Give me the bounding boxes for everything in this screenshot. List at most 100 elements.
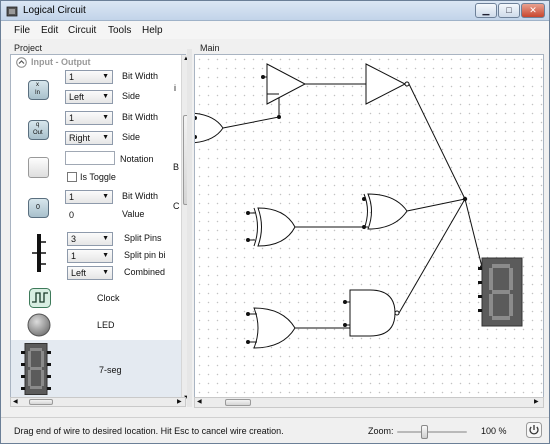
scroll-left-icon[interactable]: ◀ bbox=[13, 398, 18, 405]
constant-bit-width-label: Bit Width bbox=[122, 191, 159, 201]
constant-value-label: Value bbox=[122, 209, 145, 219]
output-side-label: Side bbox=[122, 132, 141, 142]
minimize-icon: ▁ bbox=[482, 5, 490, 15]
button-tool[interactable] bbox=[28, 157, 49, 178]
nand-gate bbox=[349, 289, 396, 337]
title-bar: Logical Circuit ▁ □ ✕ bbox=[1, 1, 549, 21]
or-gate-input bbox=[195, 112, 224, 144]
circuit-diagram bbox=[195, 63, 523, 349]
canvas-horizontal-scrollbar[interactable]: ◀ ▶ bbox=[194, 397, 544, 408]
clipped-text-3: C bbox=[173, 201, 180, 211]
buffer-gate-1 bbox=[266, 63, 307, 105]
wire bbox=[398, 198, 466, 314]
input-pin-tool[interactable]: x In bbox=[28, 80, 49, 100]
combined-label: Combined bbox=[124, 267, 166, 277]
wire bbox=[464, 198, 483, 268]
project-label: Project bbox=[14, 43, 43, 53]
minimize-button[interactable]: ▁ bbox=[475, 3, 497, 18]
scroll-left-icon[interactable]: ◀ bbox=[197, 398, 202, 405]
seven-seg-tool-row[interactable]: 7-seg bbox=[11, 340, 181, 404]
combined-value: Left bbox=[71, 268, 87, 278]
menu-file[interactable]: File bbox=[14, 25, 30, 36]
circuit-canvas[interactable] bbox=[194, 54, 544, 407]
menu-edit[interactable]: Edit bbox=[41, 25, 58, 36]
menu-bar: File Edit Circuit Tools Help bbox=[1, 21, 549, 39]
split-pins-label: Split Pins bbox=[124, 233, 162, 243]
zoom-slider-track[interactable] bbox=[397, 431, 467, 433]
clipped-text-1: i bbox=[174, 83, 176, 93]
split-pins-select[interactable]: 3 ▼ bbox=[67, 232, 113, 246]
input-bit-width-select[interactable]: 1 ▼ bbox=[65, 70, 113, 84]
led-label: LED bbox=[97, 320, 115, 330]
output-bit-width-value: 1 bbox=[69, 113, 75, 123]
wire bbox=[408, 83, 466, 200]
scroll-right-icon[interactable]: ▶ bbox=[177, 398, 182, 405]
constant-value-input[interactable]: 0 bbox=[65, 208, 115, 222]
project-pane: Input - Output x In 1 ▼ Bit Width Left ▼ S… bbox=[10, 54, 190, 406]
menu-help[interactable]: Help bbox=[142, 25, 163, 36]
seven-seg-label: 7-seg bbox=[99, 365, 122, 375]
input-bit-width-label: Bit Width bbox=[122, 71, 159, 81]
input-bit-width-value: 1 bbox=[69, 72, 75, 82]
status-message: Drag end of wire to desired location. Hi… bbox=[14, 426, 284, 436]
close-button[interactable]: ✕ bbox=[521, 3, 545, 18]
chevron-down-icon: ▼ bbox=[102, 93, 109, 100]
input-side-value: Left bbox=[69, 92, 85, 102]
led-tool[interactable] bbox=[27, 313, 51, 337]
constant-value: 0 bbox=[69, 210, 75, 220]
chevron-up-icon[interactable] bbox=[16, 57, 27, 68]
wire bbox=[406, 198, 466, 212]
close-icon: ✕ bbox=[529, 5, 537, 15]
project-horizontal-scrollbar[interactable]: ◀ ▶ bbox=[10, 397, 186, 407]
split-pin-bit-value: 1 bbox=[71, 251, 77, 261]
input-icon-top: x bbox=[36, 82, 39, 88]
seven-seg-display bbox=[478, 257, 523, 327]
clipped-text-2: B bbox=[173, 162, 180, 172]
input-side-label: Side bbox=[122, 91, 141, 101]
menu-tools[interactable]: Tools bbox=[108, 25, 131, 36]
is-toggle-checkbox[interactable] bbox=[67, 172, 77, 182]
notation-label: Notation bbox=[120, 154, 154, 164]
nand-gate-bubble bbox=[394, 310, 400, 316]
output-bit-width-select[interactable]: 1 ▼ bbox=[65, 111, 113, 125]
output-pin-tool[interactable]: q Out bbox=[28, 120, 49, 140]
canvas-horizontal-scroll-thumb[interactable] bbox=[225, 399, 251, 406]
clock-tool[interactable] bbox=[29, 288, 51, 308]
chevron-down-icon: ▼ bbox=[102, 235, 109, 242]
power-icon[interactable] bbox=[526, 422, 542, 438]
combined-select[interactable]: Left ▼ bbox=[67, 266, 113, 280]
chevron-down-icon: ▼ bbox=[102, 73, 109, 80]
not-gate bbox=[365, 63, 407, 105]
output-icon-bottom: Out bbox=[33, 130, 43, 136]
input-icon-bottom: In bbox=[35, 90, 41, 96]
splitter-tool[interactable] bbox=[30, 232, 48, 274]
constant-bit-width-value: 1 bbox=[69, 192, 75, 202]
main-label: Main bbox=[200, 43, 220, 53]
zoom-slider-thumb[interactable] bbox=[421, 425, 428, 439]
not-gate-bubble bbox=[404, 81, 410, 87]
app-icon bbox=[6, 6, 18, 17]
split-pin-bit-select[interactable]: 1 ▼ bbox=[67, 249, 113, 263]
notation-input[interactable] bbox=[65, 151, 115, 165]
split-pin-bit-label: Split pin bi bbox=[124, 250, 166, 260]
wire bbox=[345, 301, 350, 326]
section-title: Input - Output bbox=[31, 57, 91, 67]
maximize-button[interactable]: □ bbox=[498, 3, 520, 18]
output-side-select[interactable]: Right ▼ bbox=[65, 131, 113, 145]
chevron-down-icon: ▼ bbox=[102, 114, 109, 121]
pane-splitter[interactable] bbox=[187, 49, 192, 407]
constant-tool[interactable]: 0 bbox=[28, 198, 49, 218]
menu-circuit[interactable]: Circuit bbox=[68, 25, 96, 36]
constant-icon-text: 0 bbox=[36, 204, 40, 211]
app-window: Logical Circuit ▁ □ ✕ File Edit Circuit … bbox=[0, 0, 550, 444]
or-gate-bottom bbox=[253, 307, 296, 349]
chevron-down-icon: ▼ bbox=[102, 269, 109, 276]
input-side-select[interactable]: Left ▼ bbox=[65, 90, 113, 104]
split-pins-value: 3 bbox=[71, 234, 77, 244]
clock-label: Clock bbox=[97, 293, 120, 303]
chevron-down-icon: ▼ bbox=[102, 252, 109, 259]
scroll-right-icon[interactable]: ▶ bbox=[534, 398, 539, 405]
chevron-down-icon: ▼ bbox=[102, 134, 109, 141]
constant-bit-width-select[interactable]: 1 ▼ bbox=[65, 190, 113, 204]
project-horizontal-scroll-thumb[interactable] bbox=[29, 399, 53, 405]
